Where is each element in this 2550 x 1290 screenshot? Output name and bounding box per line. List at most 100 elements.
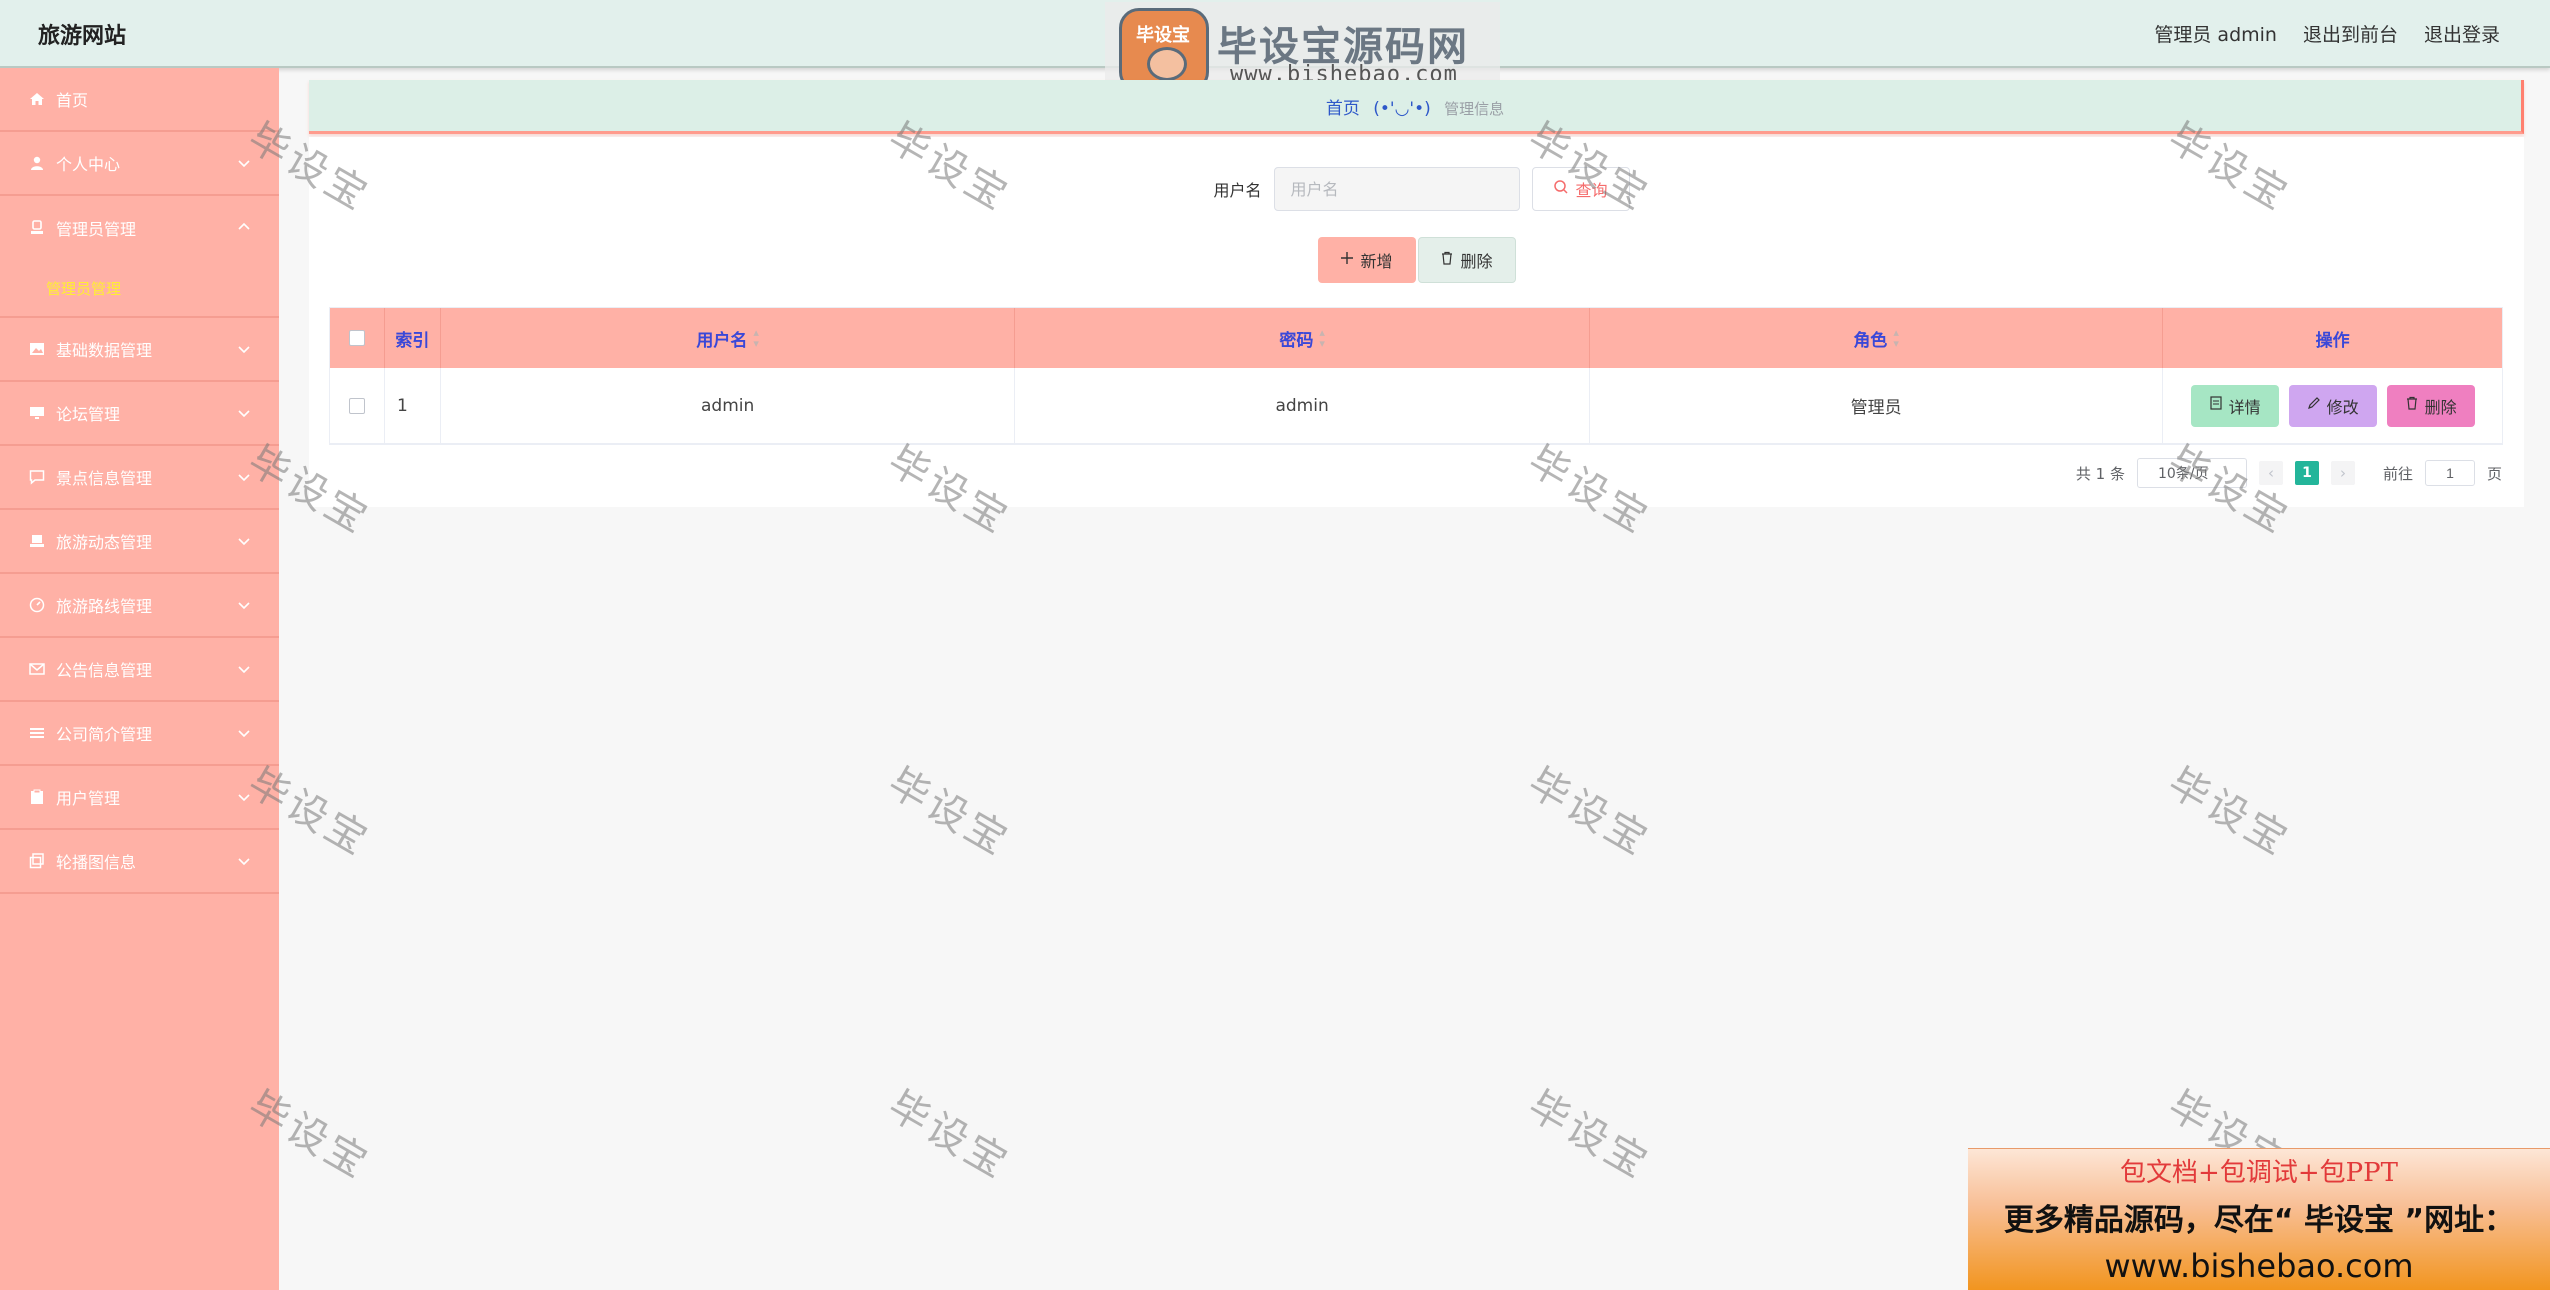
logo-mascot-icon — [1147, 47, 1187, 81]
sidebar-item-admin[interactable]: 管理员管理 — [0, 196, 279, 260]
username-search-input[interactable] — [1273, 167, 1520, 211]
sidebar-item-profile[interactable]: 个人中心 — [0, 132, 279, 196]
sidebar-subitem-admin-management[interactable]: 管理员管理 — [0, 260, 279, 318]
column-header-label: 角色 — [1853, 330, 1888, 351]
sidebar-subitem-label: 管理员管理 — [46, 279, 122, 298]
document-icon — [2209, 396, 2223, 415]
edit-icon — [2307, 396, 2321, 415]
table-header: 索引 用户名 ▴ ▾ 密码 ▴ ▾ 角色 ▴ ▾ 操作 — [330, 308, 2502, 368]
laptop-icon — [28, 532, 46, 550]
sidebar-item-label: 论坛管理 — [56, 405, 121, 424]
watermark: 毕设宝 — [1520, 759, 1658, 866]
row-username: admin — [441, 368, 1016, 443]
watermark: 毕设宝 — [1520, 1082, 1658, 1189]
sidebar-item-notice[interactable]: 公告信息管理 — [0, 638, 279, 702]
logout-link[interactable]: 退出登录 — [2424, 20, 2500, 47]
search-label: 用户名 — [1213, 181, 1262, 200]
row-checkbox[interactable] — [348, 397, 365, 414]
pagination-total: 共 1 条 — [2075, 464, 2125, 483]
exit-to-front-link[interactable]: 退出到前台 — [2303, 20, 2398, 47]
column-header-password[interactable]: 密码 ▴ ▾ — [1015, 308, 1590, 368]
sidebar-item-home[interactable]: 首页 — [0, 68, 279, 132]
select-all-cell — [330, 308, 385, 368]
watermark: 毕设宝 — [2160, 759, 2298, 866]
watermark: 毕设宝 — [880, 759, 1018, 866]
table-row: 1 admin admin 管理员 详情 修改 删除 — [330, 368, 2502, 444]
breadcrumb-bar: 首页 (•'◡'•) 管理信息 — [309, 80, 2524, 134]
sidebar-item-label: 个人中心 — [56, 155, 121, 174]
search-icon — [1553, 179, 1569, 200]
home-icon — [28, 90, 46, 108]
breadcrumb-current: 管理信息 — [1444, 100, 1505, 118]
action-row: 新增 删除 — [309, 237, 2524, 283]
goto-page-input[interactable] — [2424, 460, 2475, 486]
edit-button[interactable]: 修改 — [2288, 384, 2377, 427]
goto-prefix: 前往 — [2382, 464, 2413, 483]
promo-line-slogan: 更多精品源码，尽在“ 毕设宝 ”网址： — [2003, 1203, 2515, 1238]
sidebar-item-company[interactable]: 公司简介管理 — [0, 702, 279, 766]
sidebar-item-label: 基础数据管理 — [56, 341, 153, 360]
sidebar-item-scenic[interactable]: 景点信息管理 — [0, 446, 279, 510]
copy-icon — [28, 852, 46, 870]
batch-delete-button[interactable]: 删除 — [1417, 237, 1516, 283]
header-actions: 管理员 admin 退出到前台 退出登录 — [2154, 20, 2500, 47]
prev-page-button[interactable]: ‹ — [2258, 461, 2283, 485]
breadcrumb: 首页 (•'◡'•) 管理信息 — [309, 94, 2521, 119]
admin-table: 索引 用户名 ▴ ▾ 密码 ▴ ▾ 角色 ▴ ▾ 操作 1 admin admin 管… — [329, 307, 2503, 445]
search-button-label: 查询 — [1575, 183, 1608, 200]
promo-line-services: 包文档+包调试+包PPT — [2120, 1158, 2398, 1188]
promo-banner: 包文档+包调试+包PPT 更多精品源码，尽在“ 毕设宝 ”网址： www.bis… — [1968, 1148, 2550, 1290]
column-header-username[interactable]: 用户名 ▴ ▾ — [441, 308, 1016, 368]
add-button[interactable]: 新增 — [1317, 237, 1416, 283]
select-all-checkbox[interactable] — [348, 330, 365, 346]
column-header-label: 用户名 — [696, 330, 748, 351]
clipboard-icon — [28, 788, 46, 806]
detail-button-label: 详情 — [2228, 399, 2261, 417]
chevron-down-icon — [235, 660, 253, 678]
site-title: 旅游网站 — [38, 24, 127, 49]
column-header-label: 密码 — [1279, 330, 1314, 351]
chevron-down-icon — [235, 788, 253, 806]
sidebar-item-news[interactable]: 旅游动态管理 — [0, 510, 279, 574]
sidebar-item-label: 首页 — [56, 91, 89, 110]
column-header-role[interactable]: 角色 ▴ ▾ — [1590, 308, 2164, 368]
breadcrumb-home[interactable]: 首页 — [1326, 99, 1360, 119]
chat-icon — [28, 468, 46, 486]
goto-suffix: 页 — [2486, 464, 2502, 483]
sidebar-item-label: 景点信息管理 — [56, 469, 153, 488]
column-header-actions: 操作 — [2315, 330, 2350, 351]
page-size-select[interactable]: 10条/页 — [2136, 458, 2247, 488]
next-page-button[interactable]: › — [2330, 461, 2355, 485]
row-delete-button[interactable]: 删除 — [2386, 384, 2475, 427]
sidebar-item-forum[interactable]: 论坛管理 — [0, 382, 279, 446]
search-button[interactable]: 查询 — [1531, 167, 1630, 211]
chevron-down-icon — [235, 852, 253, 870]
pagination: 共 1 条 10条/页 ‹ 1 › 前往 页 — [2076, 457, 2502, 489]
stamp-icon — [28, 219, 46, 237]
sidebar-item-base-data[interactable]: 基础数据管理 — [0, 318, 279, 382]
sort-icon[interactable]: ▴ ▾ — [1319, 327, 1325, 349]
promo-line-url: www.bishebao.com — [2104, 1247, 2414, 1285]
sidebar-item-label: 轮播图信息 — [56, 853, 137, 872]
sidebar-item-label: 旅游动态管理 — [56, 533, 153, 552]
row-password: admin — [1015, 368, 1590, 443]
sidebar-item-carousel[interactable]: 轮播图信息 — [0, 830, 279, 894]
plus-icon — [1340, 251, 1354, 270]
sort-icon[interactable]: ▴ ▾ — [1893, 327, 1899, 349]
page-number-current[interactable]: 1 — [2294, 461, 2319, 485]
sidebar-item-label: 公告信息管理 — [56, 661, 153, 680]
user-icon — [28, 154, 46, 172]
chevron-down-icon — [235, 340, 253, 358]
main-panel: 用户名 查询 新增 删除 索引 — [309, 137, 2524, 507]
watermark: 毕设宝 — [880, 1082, 1018, 1189]
sort-icon[interactable]: ▴ ▾ — [753, 327, 759, 349]
batch-delete-button-label: 删除 — [1460, 254, 1493, 271]
gauge-icon — [28, 596, 46, 614]
detail-button[interactable]: 详情 — [2190, 384, 2279, 427]
chevron-down-icon — [235, 468, 253, 486]
sidebar-item-route[interactable]: 旅游路线管理 — [0, 574, 279, 638]
sidebar-item-users[interactable]: 用户管理 — [0, 766, 279, 830]
sidebar-item-label: 公司简介管理 — [56, 725, 153, 744]
mail-icon — [28, 660, 46, 678]
breadcrumb-separator: (•'◡'•) — [1373, 99, 1431, 119]
